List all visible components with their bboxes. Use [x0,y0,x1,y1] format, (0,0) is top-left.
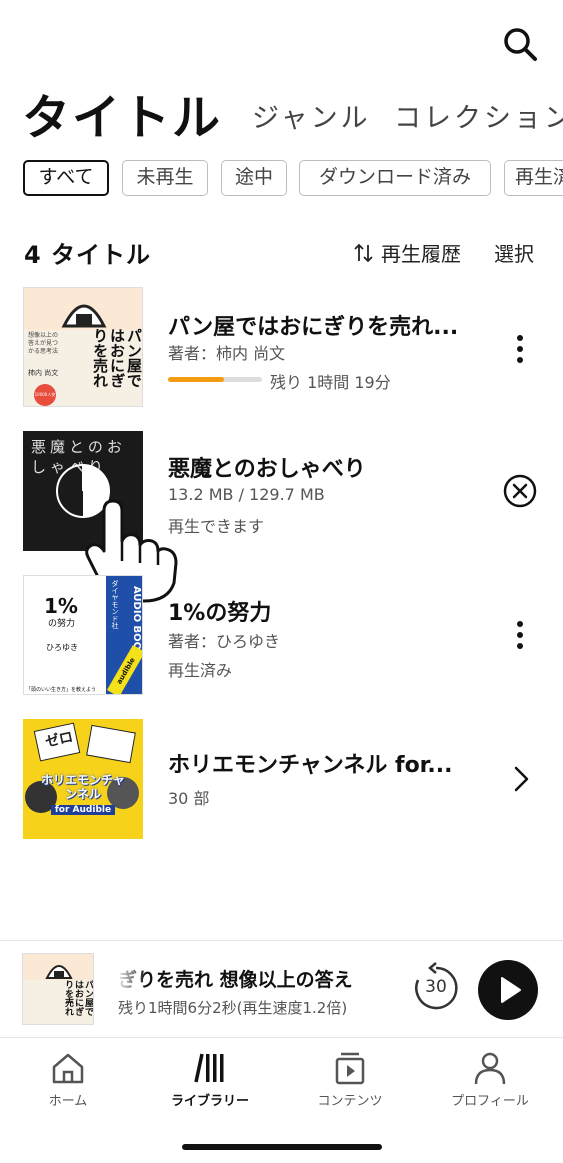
library-icon [194,1053,224,1083]
nav-content-label: コンテンツ [317,1094,383,1109]
search-button[interactable] [500,24,540,64]
cover-title: パン屋ではおにぎりを売れ [91,328,143,388]
close-circle-icon [503,474,537,508]
tab-title[interactable]: タイトル [22,78,222,146]
mini-player-cover: パン屋ではおにぎりを売れ [22,953,94,1025]
rewind-seconds: 30 [425,977,447,997]
nav-profile-label: プロフィール [451,1094,529,1109]
nav-content[interactable]: コンテンツ [290,1040,410,1109]
more-vertical-icon [517,621,523,649]
filter-in-progress[interactable]: 途中 [221,160,287,196]
cover-tagline: 「頭のいい生き方」を教えよう [26,687,97,693]
nav-home[interactable]: ホーム [8,1040,128,1109]
progress-fill [168,377,225,382]
download-status: 再生できます [168,517,265,536]
content-icon [335,1052,365,1085]
mini-cover-title: パン屋ではおにぎりを売れ [63,980,93,1016]
now-playing-title: ぎりを売れ 想像以上の答え [118,969,353,991]
book-cover: 想像以上の答えが見つかる思考法 パン屋ではおにぎりを売れ 柿内 尚文 10000… [23,287,143,407]
play-icon [501,977,521,1003]
more-button[interactable] [500,615,540,655]
tab-collection[interactable]: コレクション [394,96,563,135]
item-author: 著者：ひろゆき [168,632,281,651]
cover-subtitle: の努力 [48,619,76,629]
home-indicator [182,1144,382,1150]
rewind-30-button[interactable]: 30 [410,962,462,1014]
search-icon [504,28,537,61]
item-title: パン屋ではおにぎりを売れ... [168,315,459,340]
item-title: 1%の努力 [168,601,272,626]
more-vertical-icon [517,335,523,363]
library-tabs: タイトル ジャンル コレクション [22,76,563,146]
more-button[interactable] [500,329,540,369]
open-series-button[interactable] [500,759,540,799]
cancel-download-button[interactable] [500,471,540,511]
item-author: 著者：柿内 尚文 [168,344,286,363]
profile-icon [474,1052,506,1085]
onigiri-icon [24,288,142,330]
filter-played[interactable]: 再生済 [504,160,563,196]
nav-home-label: ホーム [48,1094,88,1109]
item-title: ホリエモンチャンネル for... [168,753,453,778]
onigiri-icon [23,954,93,980]
item-title: 悪魔とのおしゃべり [168,457,366,482]
filter-unplayed[interactable]: 未再生 [122,160,208,196]
progress-bar [168,377,262,382]
tab-genre[interactable]: ジャンル [252,96,371,135]
book-cover: 1% の努力 ひろゆき ダイヤモンド社 AUDIO BOOK audible 「… [23,575,143,695]
cover-title: ホリエモンチャンネル [41,773,125,801]
cover-badge: 10000人突破！ [34,384,56,406]
cover-subtitle: for Audible [51,805,115,815]
title-count: 4 タイトル [24,241,152,269]
cover-publisher: ダイヤモンド社 [111,580,119,629]
cover-subtitle: 想像以上の答えが見つかる思考法 [28,332,59,355]
cover-author: 柿内 尚文 [28,369,59,377]
chevron-right-icon [514,766,529,792]
list-item[interactable]: 悪魔とのおしゃべり 悪魔とのおしゃべり 13.2 MB / 129.7 MB 再… [0,431,563,603]
sort-button[interactable]: 再生履歴 [353,238,461,267]
cover-title: 1% [44,594,78,618]
download-size: 13.2 MB / 129.7 MB [168,485,325,504]
item-status: 再生済み [168,661,233,680]
sort-label: 再生履歴 [381,242,461,266]
sort-icon [354,243,373,262]
podcast-cover: ゼロ ホリエモンチャンネル for Audible [23,719,143,839]
select-button[interactable]: 選択 [494,238,534,267]
filter-downloaded[interactable]: ダウンロード済み [299,160,491,196]
list-item[interactable]: 1% の努力 ひろゆき ダイヤモンド社 AUDIO BOOK audible 「… [0,575,563,697]
nav-library-label: ライブラリー [170,1094,249,1109]
episode-count: 30 部 [168,789,210,808]
home-icon [52,1053,84,1084]
nav-library[interactable]: ライブラリー [150,1040,270,1109]
nav-profile[interactable]: プロフィール [430,1040,550,1109]
item-remaining: 残り 1時間 19分 [270,373,391,392]
now-playing-remaining: 残り1時間6分2秒(再生速度1.2倍) [118,999,348,1017]
list-item[interactable]: 想像以上の答えが見つかる思考法 パン屋ではおにぎりを売れ 柿内 尚文 10000… [0,287,563,409]
filter-all[interactable]: すべて [23,160,109,196]
play-button[interactable] [478,960,538,1020]
cover-author: ひろゆき [46,643,78,652]
list-item[interactable]: ゼロ ホリエモンチャンネル for Audible ホリエモンチャンネル for… [0,719,563,841]
filter-chips: すべて 未再生 途中 ダウンロード済み 再生済 [23,160,563,198]
title-fade [116,957,146,991]
